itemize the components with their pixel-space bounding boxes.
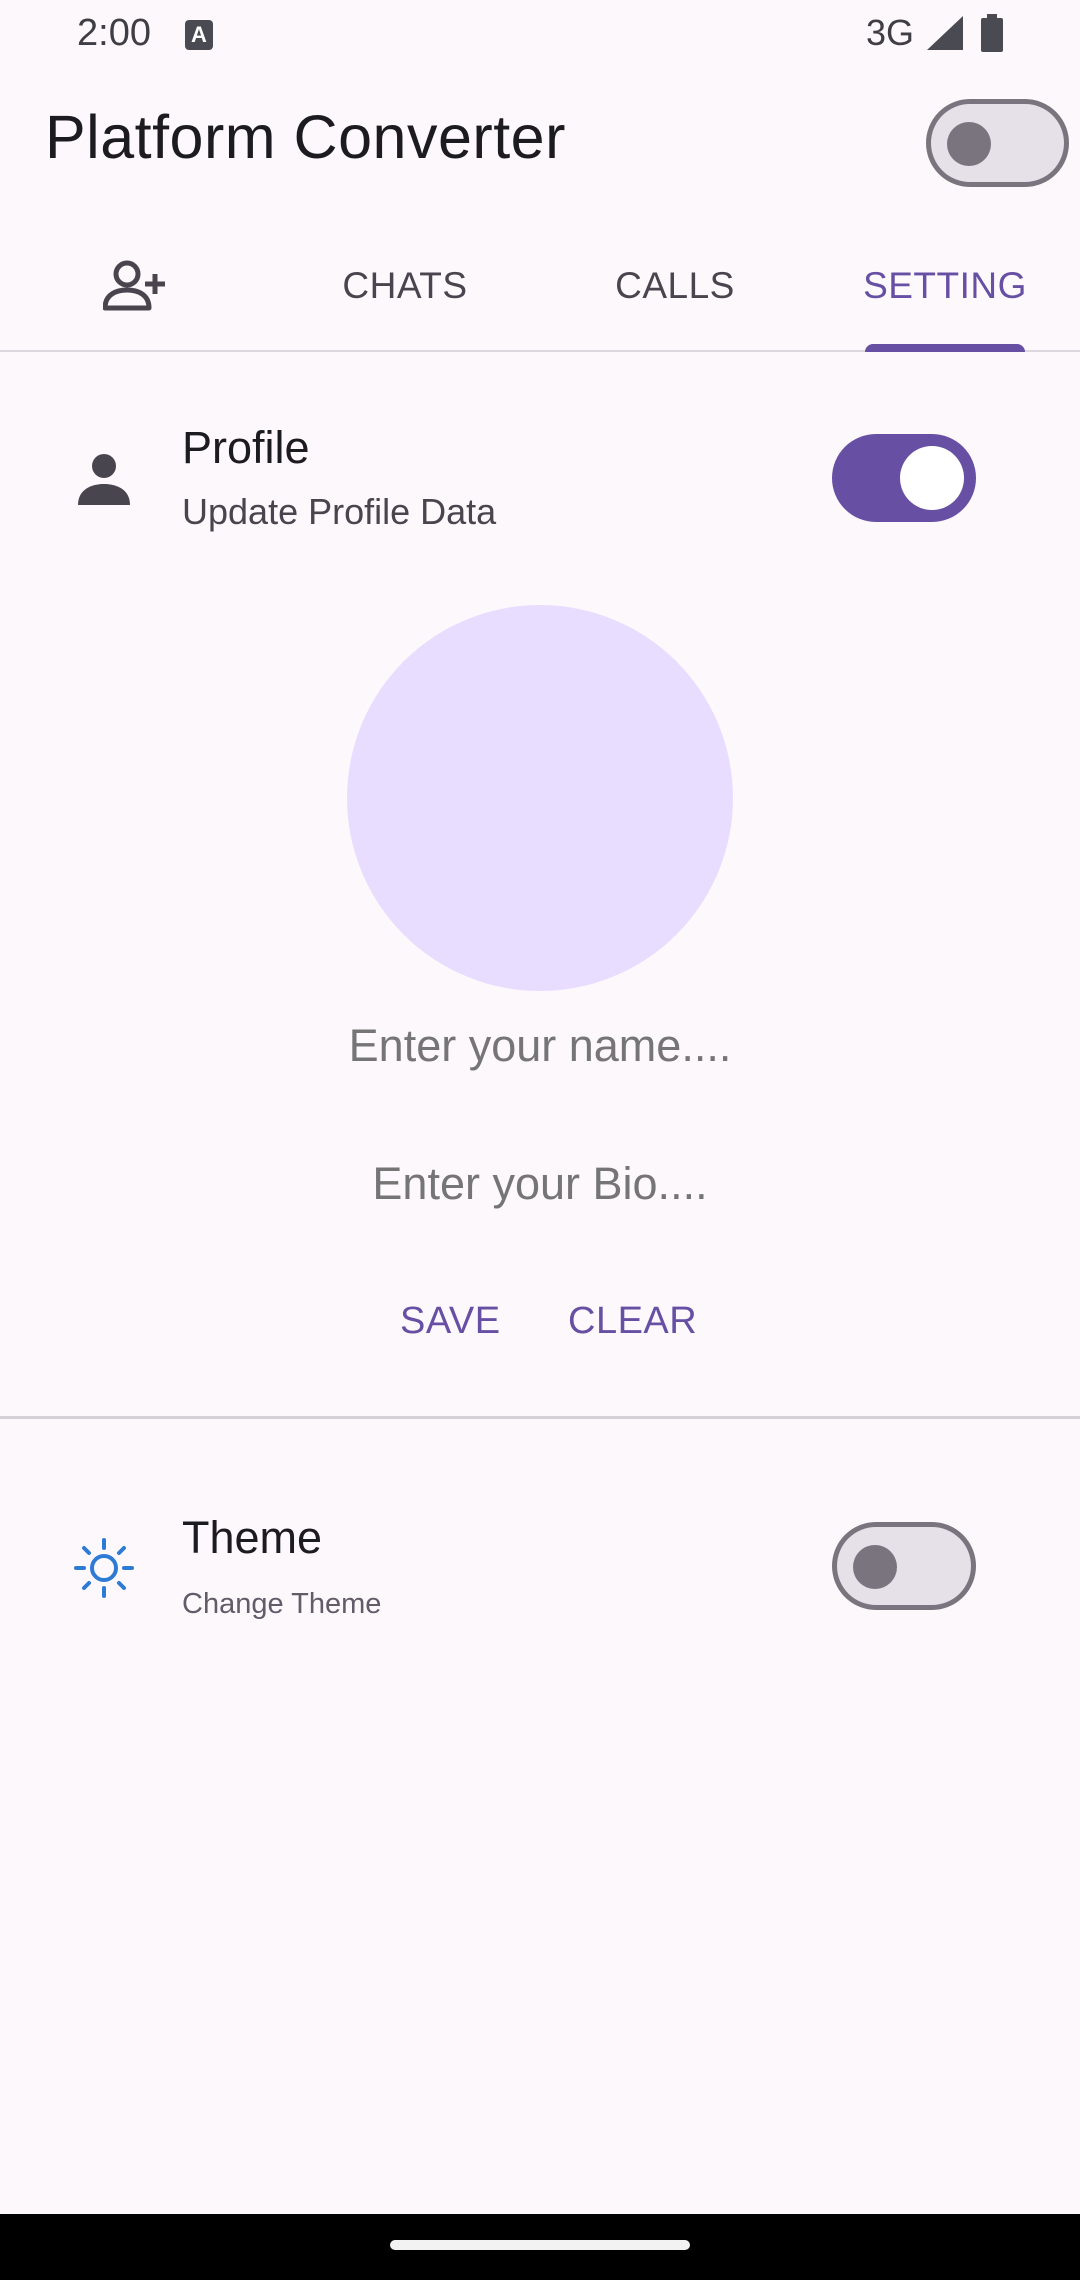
app-title: Platform Converter [45, 103, 566, 171]
tab-calls[interactable]: CALLS [540, 220, 810, 352]
divider [0, 1416, 1080, 1419]
person-icon [78, 454, 130, 505]
status-time: 2:00 [77, 12, 151, 54]
clear-button[interactable]: CLEAR [568, 1300, 697, 1343]
bio-input[interactable] [240, 1158, 840, 1210]
profile-switch[interactable] [832, 434, 976, 522]
person-add-icon [103, 260, 165, 311]
theme-title: Theme [182, 1512, 323, 1563]
status-bar: 2:00 A 3G [0, 0, 1080, 70]
theme-subtitle: Change Theme [182, 1588, 382, 1620]
tab-indicator [865, 344, 1025, 352]
switch-knob [947, 122, 991, 166]
network-type: 3G [866, 12, 915, 53]
home-indicator[interactable] [390, 2240, 690, 2250]
tab-chats[interactable]: CHATS [270, 220, 540, 352]
platform-switch[interactable] [926, 99, 1069, 187]
tab-bar: CHATS CALLS SETTING [0, 220, 1080, 352]
switch-knob [900, 446, 964, 510]
keyboard-a-icon: A [185, 20, 213, 50]
name-input[interactable] [240, 1020, 840, 1072]
battery-icon [981, 14, 1003, 52]
profile-subtitle: Update Profile Data [182, 491, 497, 532]
theme-switch[interactable] [832, 1522, 976, 1610]
sun-icon [74, 1538, 134, 1598]
tab-add-contact[interactable] [0, 220, 270, 352]
signal-icon [927, 16, 963, 50]
tab-setting[interactable]: SETTING [810, 220, 1080, 352]
save-button[interactable]: SAVE [400, 1300, 501, 1343]
profile-title: Profile [182, 422, 310, 473]
switch-knob [853, 1545, 897, 1589]
screen: 2:00 A 3G Platform Converter CHATS CALLS… [0, 0, 1080, 2280]
avatar[interactable] [347, 605, 733, 991]
